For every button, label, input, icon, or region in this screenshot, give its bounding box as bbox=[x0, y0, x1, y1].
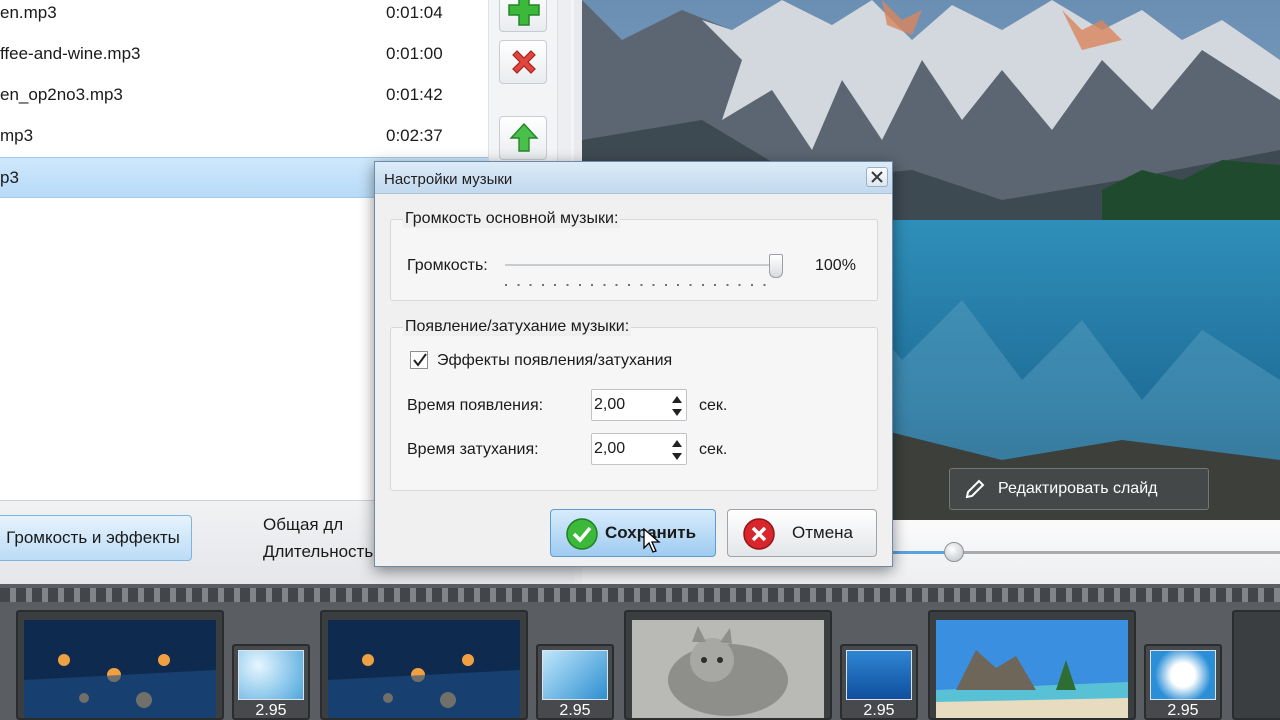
move-up-button[interactable] bbox=[499, 116, 547, 160]
transition-duration: 2.95 bbox=[863, 702, 895, 719]
track-row[interactable]: en.mp3 0:01:04 bbox=[0, 0, 488, 34]
slide-timeline: 2.95 2.95 2.95 2.95 bbox=[0, 584, 1280, 720]
track-row[interactable]: mp3 0:02:37 bbox=[0, 116, 488, 157]
fade-out-label: Время затухания: bbox=[407, 441, 539, 458]
track-duration: 0:01:04 bbox=[386, 3, 443, 22]
volume-value: 100% bbox=[815, 257, 856, 274]
fade-group-title: Появление/затухание музыки: bbox=[403, 318, 632, 336]
spinner-arrows-icon[interactable] bbox=[670, 394, 684, 418]
fade-in-value: 2,00 bbox=[594, 396, 626, 413]
track-name: ffee-and-wine.mp3 bbox=[0, 44, 141, 63]
total-length-label: Общая дл bbox=[263, 515, 344, 534]
slider-rail bbox=[505, 264, 783, 266]
track-row[interactable]: ffee-and-wine.mp3 0:01:00 bbox=[0, 34, 488, 75]
music-settings-dialog: Настройки музыки Громкость основной музы… bbox=[374, 161, 893, 567]
cancel-label: Отмена bbox=[792, 523, 853, 542]
track-duration: 0:01:42 bbox=[386, 85, 443, 104]
checkmark-icon bbox=[413, 353, 427, 367]
track-duration: 0:02:37 bbox=[386, 126, 443, 145]
track-name: en_op2no3.mp3 bbox=[0, 85, 123, 104]
cancel-x-icon bbox=[743, 518, 775, 550]
dialog-titlebar[interactable]: Настройки музыки bbox=[375, 162, 892, 194]
fade-out-unit: сек. bbox=[699, 441, 728, 458]
fade-in-label: Время появления: bbox=[407, 397, 544, 414]
slide-thumbnail[interactable] bbox=[928, 610, 1136, 720]
transition-thumbnail[interactable]: 2.95 bbox=[232, 644, 310, 720]
transition-duration: 2.95 bbox=[255, 702, 287, 719]
save-button[interactable]: Сохранить bbox=[550, 509, 716, 557]
fade-out-spinner[interactable]: 2,00 bbox=[591, 433, 687, 465]
edit-slide-label: Редактировать слайд bbox=[998, 480, 1158, 497]
edit-slide-button[interactable]: Редактировать слайд bbox=[949, 468, 1209, 510]
transition-image bbox=[542, 650, 608, 700]
close-icon bbox=[871, 171, 883, 183]
seek-handle[interactable] bbox=[944, 542, 964, 562]
dialog-title: Настройки музыки bbox=[384, 171, 513, 188]
slide-image bbox=[936, 620, 1128, 718]
volume-label: Громкость: bbox=[407, 257, 488, 274]
add-track-button[interactable] bbox=[499, 0, 547, 32]
fade-in-spinner[interactable]: 2,00 bbox=[591, 389, 687, 421]
remove-track-button[interactable] bbox=[499, 40, 547, 84]
transition-duration: 2.95 bbox=[1167, 702, 1199, 719]
fade-out-value: 2,00 bbox=[594, 440, 626, 457]
plus-icon bbox=[508, 0, 540, 26]
ok-check-icon bbox=[566, 518, 598, 550]
close-button[interactable] bbox=[866, 167, 888, 187]
track-name: en.mp3 bbox=[0, 3, 57, 22]
track-name: mp3 bbox=[0, 126, 34, 145]
transition-thumbnail[interactable]: 2.95 bbox=[840, 644, 918, 720]
slide-thumbnail[interactable] bbox=[16, 610, 224, 720]
transition-thumbnail[interactable]: 2.95 bbox=[536, 644, 614, 720]
mouse-cursor-icon bbox=[643, 528, 661, 553]
fade-in-unit: сек. bbox=[699, 397, 728, 414]
slide-image bbox=[632, 620, 824, 718]
track-row[interactable]: en_op2no3.mp3 0:01:42 bbox=[0, 75, 488, 116]
film-perforation bbox=[0, 588, 1280, 602]
slide-image bbox=[328, 620, 520, 718]
duration-label: Длительность bbox=[263, 542, 374, 561]
arrow-up-icon bbox=[509, 122, 539, 152]
slide-image bbox=[24, 620, 216, 718]
transition-image bbox=[1150, 650, 1216, 700]
cross-icon bbox=[512, 50, 536, 74]
fade-effects-label: Эффекты появления/затухания bbox=[437, 352, 673, 369]
transition-image bbox=[846, 650, 912, 700]
transition-duration: 2.95 bbox=[559, 702, 591, 719]
slide-thumbnail[interactable] bbox=[320, 610, 528, 720]
volume-slider[interactable] bbox=[505, 254, 783, 294]
volume-effects-button[interactable]: Громкость и эффекты bbox=[0, 515, 192, 561]
fade-effects-checkbox[interactable] bbox=[410, 351, 428, 369]
transition-image bbox=[238, 650, 304, 700]
track-duration: 0:01:00 bbox=[386, 44, 443, 63]
volume-group: Громкость основной музыки: Громкость: 10… bbox=[390, 210, 878, 301]
slider-ticks bbox=[505, 284, 775, 286]
spinner-arrows-icon[interactable] bbox=[670, 438, 684, 462]
slider-thumb[interactable] bbox=[769, 254, 783, 278]
pencil-icon bbox=[965, 479, 985, 499]
transition-thumbnail[interactable]: 2.95 bbox=[1144, 644, 1222, 720]
slide-thumbnail[interactable] bbox=[1232, 610, 1280, 720]
cancel-button[interactable]: Отмена bbox=[727, 509, 877, 557]
volume-group-title: Громкость основной музыки: bbox=[403, 210, 621, 228]
slide-thumbnail[interactable] bbox=[624, 610, 832, 720]
track-name: p3 bbox=[0, 168, 19, 187]
